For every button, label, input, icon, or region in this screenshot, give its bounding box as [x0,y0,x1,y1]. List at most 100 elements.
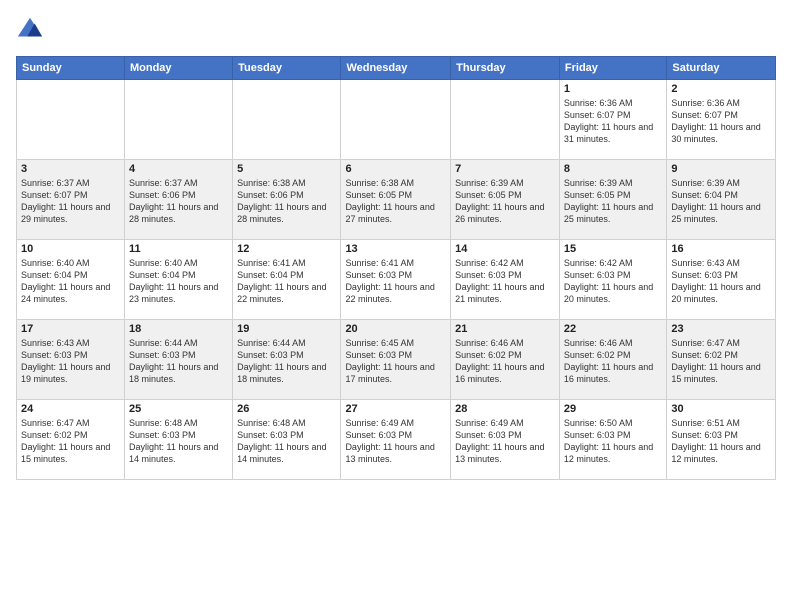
day-info: Sunrise: 6:39 AMSunset: 6:04 PMDaylight:… [671,177,771,226]
calendar-cell: 12 Sunrise: 6:41 AMSunset: 6:04 PMDayligh… [233,240,341,320]
day-info: Sunrise: 6:50 AMSunset: 6:03 PMDaylight:… [564,417,662,466]
calendar-week-row: 3 Sunrise: 6:37 AMSunset: 6:07 PMDaylight… [17,160,776,240]
day-info: Sunrise: 6:49 AMSunset: 6:03 PMDaylight:… [345,417,446,466]
col-header-thursday: Thursday [451,57,560,80]
day-number: 30 [671,403,771,415]
calendar-cell [451,80,560,160]
calendar-cell: 13 Sunrise: 6:41 AMSunset: 6:03 PMDayligh… [341,240,451,320]
day-info: Sunrise: 6:51 AMSunset: 6:03 PMDaylight:… [671,417,771,466]
calendar-cell: 29 Sunrise: 6:50 AMSunset: 6:03 PMDayligh… [559,400,666,480]
day-number: 14 [455,243,555,255]
calendar-cell: 18 Sunrise: 6:44 AMSunset: 6:03 PMDayligh… [124,320,232,400]
day-info: Sunrise: 6:43 AMSunset: 6:03 PMDaylight:… [21,337,120,386]
day-number: 7 [455,163,555,175]
day-info: Sunrise: 6:38 AMSunset: 6:05 PMDaylight:… [345,177,446,226]
calendar-cell: 27 Sunrise: 6:49 AMSunset: 6:03 PMDayligh… [341,400,451,480]
day-number: 23 [671,323,771,335]
calendar-header-row: SundayMondayTuesdayWednesdayThursdayFrid… [17,57,776,80]
calendar-week-row: 1 Sunrise: 6:36 AMSunset: 6:07 PMDaylight… [17,80,776,160]
calendar-cell: 7 Sunrise: 6:39 AMSunset: 6:05 PMDaylight… [451,160,560,240]
day-number: 11 [129,243,228,255]
col-header-sunday: Sunday [17,57,125,80]
col-header-saturday: Saturday [667,57,776,80]
day-number: 2 [671,83,771,95]
day-info: Sunrise: 6:41 AMSunset: 6:04 PMDaylight:… [237,257,336,306]
col-header-monday: Monday [124,57,232,80]
calendar-cell: 20 Sunrise: 6:45 AMSunset: 6:03 PMDayligh… [341,320,451,400]
calendar-cell: 3 Sunrise: 6:37 AMSunset: 6:07 PMDaylight… [17,160,125,240]
logo [16,16,48,44]
header [16,16,776,44]
day-number: 27 [345,403,446,415]
day-number: 5 [237,163,336,175]
day-number: 12 [237,243,336,255]
day-info: Sunrise: 6:45 AMSunset: 6:03 PMDaylight:… [345,337,446,386]
day-info: Sunrise: 6:38 AMSunset: 6:06 PMDaylight:… [237,177,336,226]
day-info: Sunrise: 6:41 AMSunset: 6:03 PMDaylight:… [345,257,446,306]
day-number: 22 [564,323,662,335]
calendar-cell: 23 Sunrise: 6:47 AMSunset: 6:02 PMDayligh… [667,320,776,400]
day-number: 28 [455,403,555,415]
calendar-cell [233,80,341,160]
day-number: 6 [345,163,446,175]
day-number: 13 [345,243,446,255]
calendar-cell: 26Sunrise: 6:48 AMSunset: 6:03 PMDayligh… [233,400,341,480]
calendar-cell: 24 Sunrise: 6:47 AMSunset: 6:02 PMDayligh… [17,400,125,480]
calendar-cell: 22 Sunrise: 6:46 AMSunset: 6:02 PMDayligh… [559,320,666,400]
day-number: 9 [671,163,771,175]
day-number: 16 [671,243,771,255]
calendar-cell: 2 Sunrise: 6:36 AMSunset: 6:07 PMDaylight… [667,80,776,160]
day-number: 25 [129,403,228,415]
calendar-week-row: 17Sunrise: 6:43 AMSunset: 6:03 PMDayligh… [17,320,776,400]
calendar-cell: 1Sunrise: 6:36 AMSunset: 6:07 PMDaylight… [559,80,666,160]
day-info: Sunrise: 6:47 AMSunset: 6:02 PMDaylight:… [671,337,771,386]
calendar-cell: 16 Sunrise: 6:43 AMSunset: 6:03 PMDayligh… [667,240,776,320]
day-number: 18 [129,323,228,335]
day-info: Sunrise: 6:39 AMSunset: 6:05 PMDaylight:… [564,177,662,226]
col-header-tuesday: Tuesday [233,57,341,80]
day-number: 4 [129,163,228,175]
calendar-table: SundayMondayTuesdayWednesdayThursdayFrid… [16,56,776,480]
day-info: Sunrise: 6:42 AMSunset: 6:03 PMDaylight:… [455,257,555,306]
calendar-cell: 10 Sunrise: 6:40 AMSunset: 6:04 PMDayligh… [17,240,125,320]
calendar-cell: 14 Sunrise: 6:42 AMSunset: 6:03 PMDayligh… [451,240,560,320]
day-info: Sunrise: 6:37 AMSunset: 6:07 PMDaylight:… [21,177,120,226]
day-number: 10 [21,243,120,255]
day-info: Sunrise: 6:48 AMSunset: 6:03 PMDaylight:… [129,417,228,466]
calendar-cell: 17Sunrise: 6:43 AMSunset: 6:03 PMDayligh… [17,320,125,400]
calendar-cell: 9 Sunrise: 6:39 AMSunset: 6:04 PMDaylight… [667,160,776,240]
day-info: Sunrise: 6:40 AMSunset: 6:04 PMDaylight:… [129,257,228,306]
day-number: 1 [564,83,662,95]
day-info: Sunrise: 6:47 AMSunset: 6:02 PMDaylight:… [21,417,120,466]
day-info: Sunrise: 6:39 AMSunset: 6:05 PMDaylight:… [455,177,555,226]
day-info: Sunrise: 6:40 AMSunset: 6:04 PMDaylight:… [21,257,120,306]
day-info: Sunrise: 6:49 AMSunset: 6:03 PMDaylight:… [455,417,555,466]
calendar-cell: 21 Sunrise: 6:46 AMSunset: 6:02 PMDayligh… [451,320,560,400]
logo-icon [16,16,44,44]
day-info: Sunrise: 6:48 AMSunset: 6:03 PMDaylight:… [237,417,336,466]
col-header-wednesday: Wednesday [341,57,451,80]
calendar-cell [17,80,125,160]
day-info: Sunrise: 6:44 AMSunset: 6:03 PMDaylight:… [237,337,336,386]
day-number: 20 [345,323,446,335]
calendar-cell: 4Sunrise: 6:37 AMSunset: 6:06 PMDaylight… [124,160,232,240]
day-number: 24 [21,403,120,415]
day-number: 21 [455,323,555,335]
day-number: 3 [21,163,120,175]
day-info: Sunrise: 6:44 AMSunset: 6:03 PMDaylight:… [129,337,228,386]
calendar-cell: 5 Sunrise: 6:38 AMSunset: 6:06 PMDaylight… [233,160,341,240]
day-info: Sunrise: 6:36 AMSunset: 6:07 PMDaylight:… [671,97,771,146]
calendar-cell: 15Sunrise: 6:42 AMSunset: 6:03 PMDayligh… [559,240,666,320]
day-info: Sunrise: 6:42 AMSunset: 6:03 PMDaylight:… [564,257,662,306]
calendar-week-row: 10 Sunrise: 6:40 AMSunset: 6:04 PMDayligh… [17,240,776,320]
day-info: Sunrise: 6:46 AMSunset: 6:02 PMDaylight:… [455,337,555,386]
day-info: Sunrise: 6:46 AMSunset: 6:02 PMDaylight:… [564,337,662,386]
calendar-cell: 8 Sunrise: 6:39 AMSunset: 6:05 PMDaylight… [559,160,666,240]
calendar-cell: 30 Sunrise: 6:51 AMSunset: 6:03 PMDayligh… [667,400,776,480]
calendar-cell [124,80,232,160]
calendar-cell [341,80,451,160]
col-header-friday: Friday [559,57,666,80]
day-info: Sunrise: 6:43 AMSunset: 6:03 PMDaylight:… [671,257,771,306]
day-number: 29 [564,403,662,415]
day-number: 8 [564,163,662,175]
